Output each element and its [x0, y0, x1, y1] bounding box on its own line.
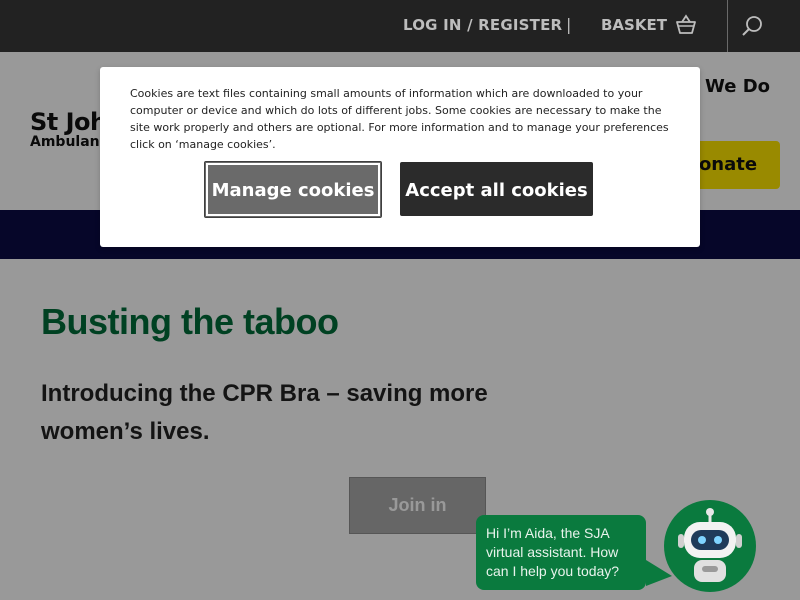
topbar-separator: | [566, 15, 572, 34]
robot-icon [678, 508, 742, 582]
top-utility-bar: LOG IN / REGISTER | BASKET [0, 0, 800, 52]
basket-icon[interactable] [674, 13, 698, 37]
chat-greeting-bubble[interactable]: Hi I’m Aida, the SJA virtual assistant. … [476, 515, 646, 590]
basket-link[interactable]: BASKET [601, 16, 667, 34]
manage-cookies-button[interactable]: Manage cookies [204, 161, 382, 218]
search-icon[interactable] [740, 14, 764, 38]
cookie-consent-dialog: Cookies are text files containing small … [100, 67, 700, 247]
topbar-divider [727, 0, 728, 52]
chat-greeting-text: Hi I’m Aida, the SJA virtual assistant. … [486, 525, 620, 579]
cookie-consent-text: Cookies are text files containing small … [130, 87, 669, 151]
accept-all-cookies-label: Accept all cookies [405, 180, 588, 201]
chatbot-launcher[interactable] [664, 500, 756, 592]
accept-all-cookies-button[interactable]: Accept all cookies [400, 162, 593, 216]
manage-cookies-label: Manage cookies [211, 180, 375, 201]
login-register-link[interactable]: LOG IN / REGISTER [403, 16, 562, 34]
